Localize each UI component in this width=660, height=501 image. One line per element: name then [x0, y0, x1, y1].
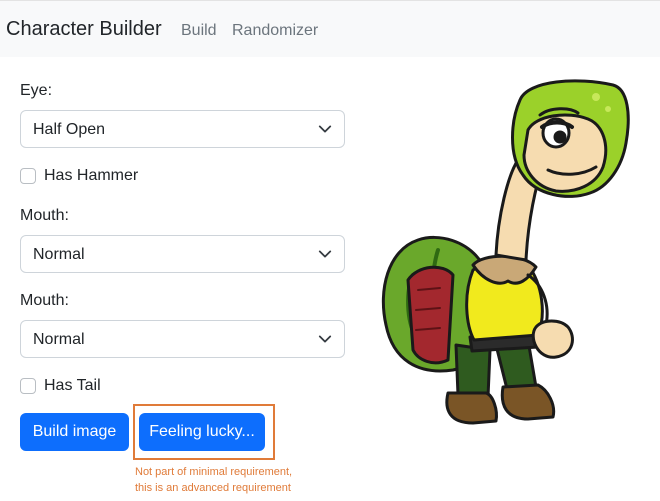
annotation-note-line-1: Not part of minimal requirement,	[135, 466, 293, 478]
chevron-down-icon	[318, 125, 332, 133]
eye-label: Eye:	[20, 82, 53, 99]
has-tail-label[interactable]: Has Tail	[44, 377, 101, 395]
mouth-select-value-2: Normal	[33, 331, 85, 348]
mouth-label-2: Mouth:	[20, 292, 69, 309]
mouth-select-value: Normal	[33, 246, 85, 263]
has-hammer-label[interactable]: Has Hammer	[44, 167, 138, 185]
nav-link-build[interactable]: Build	[181, 22, 217, 40]
has-tail-checkbox[interactable]	[20, 378, 36, 394]
annotation-note-line-2: this is an advanced requirement	[135, 482, 291, 494]
has-hammer-checkbox[interactable]	[20, 168, 36, 184]
brand-title[interactable]: Character Builder	[6, 18, 162, 41]
turtle-character-image	[381, 79, 630, 425]
mouth-select[interactable]: Normal	[20, 235, 345, 273]
eye-select[interactable]: Half Open	[20, 110, 345, 148]
navbar: Character Builder Build Randomizer	[0, 0, 660, 57]
mouth-select-2[interactable]: Normal	[20, 320, 345, 358]
mouth-label: Mouth:	[20, 207, 69, 224]
eye-select-value: Half Open	[33, 121, 106, 138]
nav-link-randomizer[interactable]: Randomizer	[232, 22, 318, 40]
build-image-button[interactable]: Build image	[20, 413, 129, 451]
feeling-lucky-button[interactable]: Feeling lucky...	[139, 413, 265, 451]
chevron-down-icon	[318, 250, 332, 258]
chevron-down-icon	[318, 335, 332, 343]
